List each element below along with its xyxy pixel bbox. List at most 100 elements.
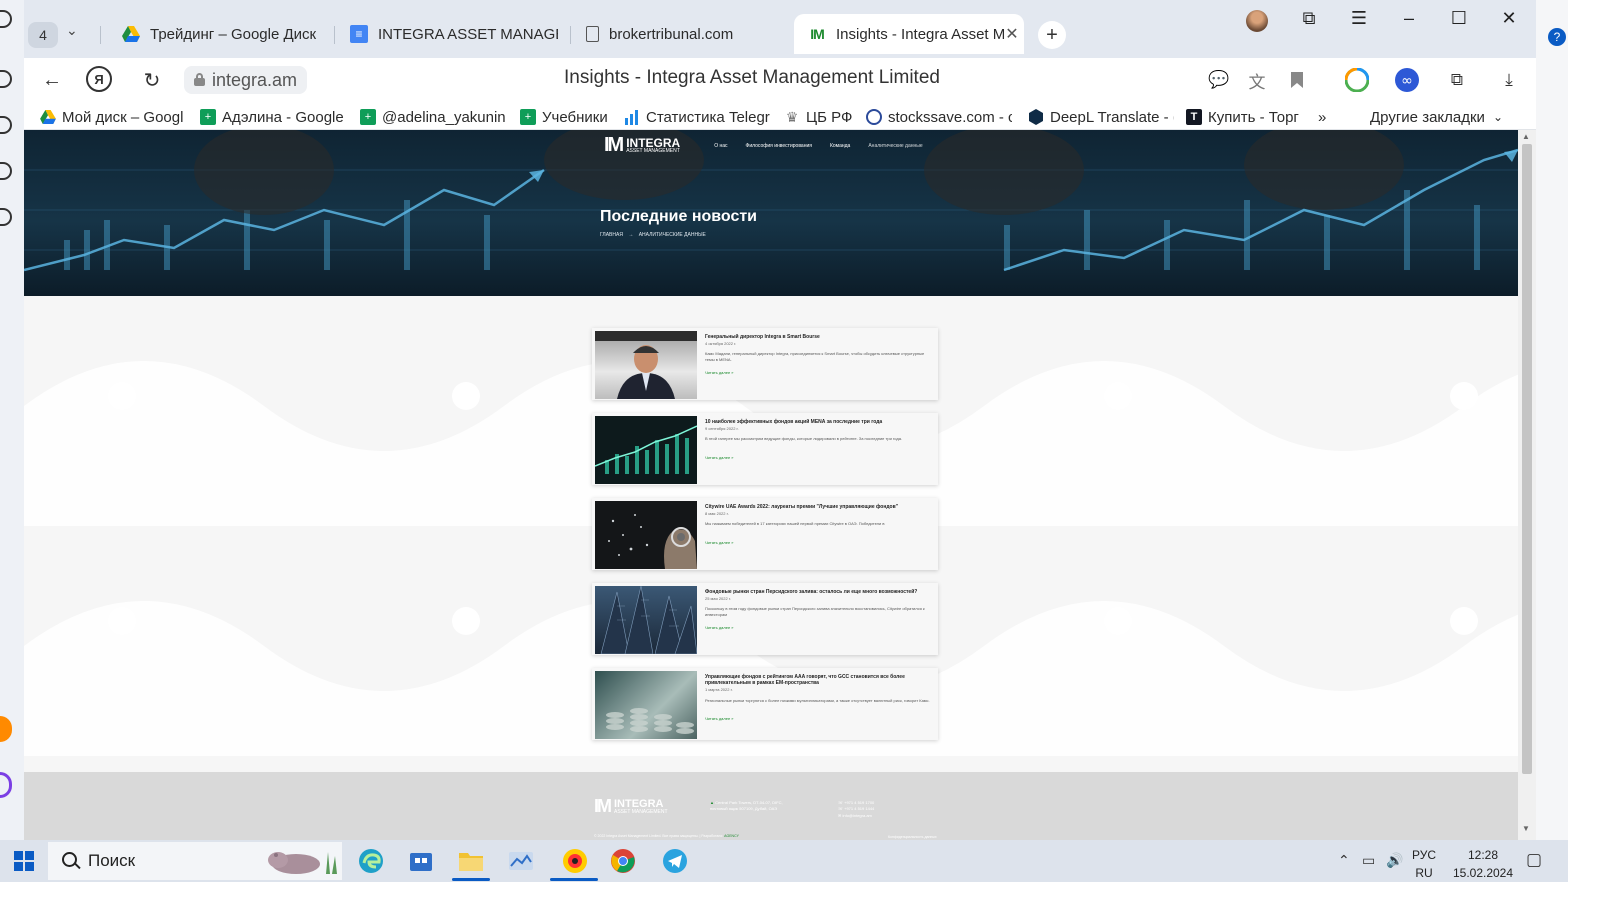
avatar-edge-icon[interactable]: [0, 10, 12, 28]
photos-icon[interactable]: [506, 846, 536, 876]
news-date: 4 октября 2022 г.: [705, 341, 737, 346]
address-bar[interactable]: integra.am: [184, 66, 308, 94]
bookmark-item[interactable]: stockssave.com - c: [866, 106, 1012, 128]
new-tab-button[interactable]: +: [1038, 21, 1066, 49]
breadcrumb-home[interactable]: ГЛАВНАЯ: [600, 232, 623, 238]
news-card[interactable]: Генеральный директор Integra в Smart Bou…: [592, 328, 938, 400]
avatar[interactable]: [1246, 10, 1268, 32]
news-title[interactable]: Фондовые рынки стран Персидского залива:…: [705, 589, 931, 595]
clock[interactable]: 12:28 15.02.2024: [1448, 846, 1518, 882]
lock-icon: [194, 73, 205, 86]
play-icon[interactable]: [0, 116, 12, 134]
reload-icon[interactable]: ↻: [138, 66, 166, 94]
infinity-extension-icon[interactable]: ∞: [1394, 67, 1420, 93]
close-tab-icon[interactable]: ✕: [1005, 24, 1018, 44]
bookmark-item[interactable]: Статистика Telegra: [624, 106, 770, 128]
developer-link[interactable]: AGENCY: [724, 834, 739, 838]
news-title[interactable]: Генеральный директор Integra в Smart Bou…: [705, 334, 931, 340]
integra-logo[interactable]: IM INTEGRA ASSET MANAGEMENT: [604, 134, 680, 157]
chevron-down-icon[interactable]: ⌄: [66, 22, 78, 39]
scroll-down-icon[interactable]: ▼: [1522, 824, 1530, 833]
news-title[interactable]: Citywire UAE Awards 2022: лауреаты преми…: [705, 504, 931, 510]
news-image[interactable]: [595, 586, 697, 654]
tab-count-badge[interactable]: 4: [28, 22, 58, 48]
close-window-icon[interactable]: ✕: [1494, 8, 1524, 29]
bookmark-item[interactable]: ♛ ЦБ РФ: [784, 106, 864, 128]
bookmark-item[interactable]: + Учебники: [520, 106, 612, 128]
bookmarks-overflow-button[interactable]: »: [1318, 106, 1326, 128]
site-nav-about[interactable]: О нас: [714, 143, 727, 149]
clock-icon[interactable]: [0, 70, 12, 88]
site-nav-insights[interactable]: Аналитические данные: [868, 143, 922, 149]
email-line[interactable]: ✉ info@integra.am: [838, 813, 874, 819]
yandex-icon[interactable]: Я: [86, 66, 112, 92]
help-icon[interactable]: ?: [1548, 28, 1566, 46]
footer-copyright: © 2022 Integra Asset Management Limited.…: [594, 834, 739, 838]
news-card[interactable]: Фондовые рынки стран Персидского залива:…: [592, 583, 938, 655]
bookmark-item[interactable]: + @adelina_yakunina: [360, 106, 506, 128]
extensions-icon[interactable]: ⧉: [1444, 67, 1470, 93]
news-image[interactable]: [595, 331, 697, 399]
tab-google-drive[interactable]: Трейдинг – Google Диск: [108, 14, 324, 54]
news-image[interactable]: [595, 671, 697, 739]
app-orange-icon[interactable]: [0, 716, 12, 742]
bookmark-item[interactable]: T Купить - Торг: [1186, 106, 1302, 128]
extension-color-icon[interactable]: [1344, 67, 1370, 93]
scroll-up-icon[interactable]: ▲: [1522, 132, 1530, 141]
news-title[interactable]: Управляющие фондов с рейтингом AAA говор…: [705, 674, 931, 686]
news-image[interactable]: [595, 501, 697, 569]
site-nav-team[interactable]: Команда: [830, 143, 850, 149]
privacy-link[interactable]: Конфиденциальность данных: [888, 835, 937, 839]
telegram-icon[interactable]: [660, 846, 690, 876]
read-more-link[interactable]: Читать далее »: [705, 716, 734, 721]
tab-brokertribunal[interactable]: brokertribunal.com: [572, 14, 792, 54]
read-more-link[interactable]: Читать далее »: [705, 625, 734, 630]
language-indicator[interactable]: РУС RU: [1412, 846, 1436, 882]
device-icon[interactable]: [0, 162, 12, 180]
vertical-scrollbar[interactable]: ▲ ▼: [1518, 130, 1536, 840]
volume-icon[interactable]: 🔊: [1386, 852, 1403, 869]
minimize-icon[interactable]: –: [1394, 8, 1424, 29]
edge-icon[interactable]: [356, 846, 386, 876]
breadcrumb-current: АНАЛИТИЧЕСКИЕ ДАННЫЕ: [638, 232, 706, 238]
bookmark-icon[interactable]: [1284, 67, 1310, 93]
search-placeholder: Поиск: [88, 851, 136, 870]
news-title[interactable]: 10 наиболее эффективных фондов акций MEN…: [705, 419, 931, 425]
news-card[interactable]: Управляющие фондов с рейтингом AAA говор…: [592, 668, 938, 740]
bookmark-item[interactable]: Мой диск – Googl: [40, 106, 186, 128]
translate-icon[interactable]: 文: [1244, 67, 1270, 93]
news-card[interactable]: 10 наиболее эффективных фондов акций MEN…: [592, 413, 938, 485]
scrollbar-thumb[interactable]: [1522, 144, 1532, 774]
footer-logo[interactable]: IM INTEGRA ASSET MANAGEMENT: [594, 796, 668, 817]
read-more-link[interactable]: Читать далее »: [705, 370, 734, 375]
start-button[interactable]: [14, 851, 34, 871]
bookmark-label: Адэлина - Google: [222, 108, 344, 126]
news-excerpt: Мы называем победителей в 17 категориях …: [705, 521, 885, 526]
chrome-icon[interactable]: [608, 846, 638, 876]
other-bookmarks-button[interactable]: Другие закладки ⌄: [1370, 106, 1503, 128]
news-card[interactable]: Citywire UAE Awards 2022: лауреаты преми…: [592, 498, 938, 570]
tab-integra-insights[interactable]: IM Insights - Integra Asset M ✕: [794, 14, 1024, 54]
file-explorer-icon[interactable]: [456, 846, 486, 876]
maximize-icon[interactable]: ☐: [1444, 8, 1474, 29]
read-more-link[interactable]: Читать далее »: [705, 455, 734, 460]
menu-icon[interactable]: ☰: [1344, 8, 1374, 29]
collections-icon[interactable]: ⧉: [1294, 8, 1324, 29]
news-image[interactable]: [595, 416, 697, 484]
back-icon[interactable]: ←: [38, 66, 66, 94]
bookmark-item[interactable]: DeepL Translate - (: [1028, 106, 1174, 128]
alice-icon[interactable]: [0, 772, 12, 798]
tab-google-doc[interactable]: ≡ INTEGRA ASSET MANAGEM: [336, 14, 558, 54]
grid-icon[interactable]: [0, 208, 12, 226]
bookmark-item[interactable]: + Адэлина - Google: [200, 106, 346, 128]
read-more-link[interactable]: Читать далее »: [705, 540, 734, 545]
tab-strip: 4 ⌄ Трейдинг – Google Диск ≡ INTEGRA ASS…: [24, 0, 1536, 58]
site-nav-philosophy[interactable]: Философия инвестирования: [746, 143, 812, 149]
download-icon[interactable]: ⤓: [1496, 67, 1522, 93]
yandex-browser-icon[interactable]: [560, 846, 590, 876]
chat-icon[interactable]: 💬: [1206, 67, 1232, 93]
notifications-icon[interactable]: ▢: [1526, 850, 1542, 870]
chevron-up-icon[interactable]: ⌃: [1338, 852, 1350, 869]
store-icon[interactable]: [406, 846, 436, 876]
network-icon[interactable]: ▭: [1362, 852, 1375, 869]
